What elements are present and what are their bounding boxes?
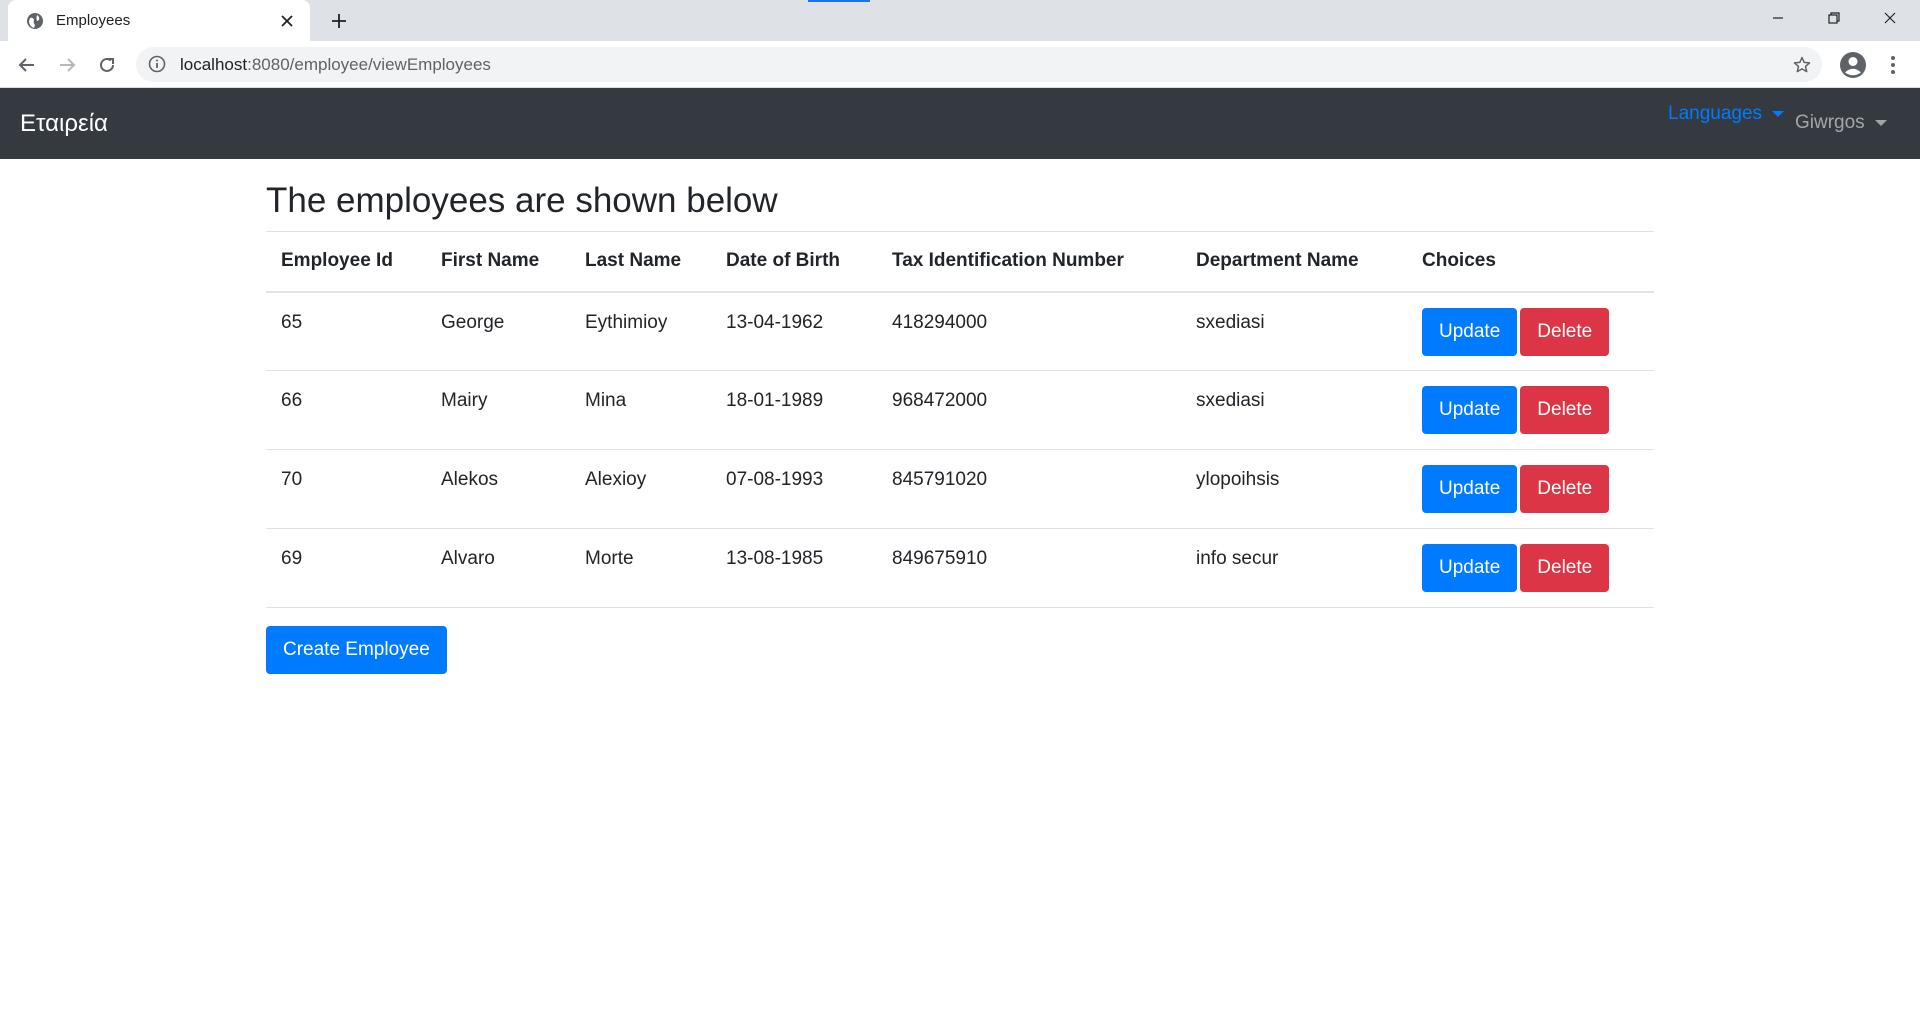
cell-employee-id: 65 [266,291,426,371]
cell-tax-id: 418294000 [877,291,1181,371]
cell-tax-id: 968472000 [877,370,1181,450]
cell-last-name: Alexioy [570,449,711,529]
delete-button[interactable]: Delete [1520,544,1610,592]
browser-tab[interactable]: Employees [8,0,310,41]
browser-menu-icon[interactable] [1876,48,1910,82]
caret-down-icon [1874,120,1887,126]
cell-choices: Update Delete [1407,291,1654,371]
update-button[interactable]: Update [1422,465,1518,513]
caret-down-icon [1772,111,1785,117]
loading-indicator [808,0,870,2]
url-host: localhost [180,54,248,74]
cell-last-name: Morte [570,528,711,608]
page-title: The employees are shown below [266,181,778,220]
header-first-name: First Name [426,231,570,293]
cell-date-of-birth: 07-08-1993 [711,449,877,529]
update-button[interactable]: Update [1422,307,1518,356]
header-choices: Choices [1407,231,1654,293]
user-dropdown[interactable]: Giwrgos [1795,112,1887,134]
cell-department: sxediasi [1181,291,1407,371]
brand-link[interactable]: Εταιρεία [20,110,108,138]
reload-button[interactable] [90,48,124,82]
cell-choices: Update Delete [1407,370,1654,450]
url-path: :8080/employee/viewEmployees [247,54,491,74]
cell-first-name: Alekos [426,449,570,529]
browser-tabstrip: Employees [0,0,1920,41]
close-icon[interactable] [276,10,298,32]
table-row: 70 Alekos Alexioy 07-08-1993 845791020 y… [266,449,1654,529]
table-row: 69 Alvaro Morte 13-08-1985 849675910 inf… [266,528,1654,608]
cell-first-name: Mairy [426,370,570,450]
languages-label: Languages [1668,103,1763,124]
header-tax-id: Tax Identification Number [877,231,1181,293]
cell-department: info secur [1181,528,1407,608]
languages-dropdown[interactable]: Languages [1668,103,1785,125]
address-bar[interactable]: localhost:8080/employee/viewEmployees [136,47,1822,82]
update-button[interactable]: Update [1422,386,1518,434]
cell-first-name: George [426,291,570,371]
cell-last-name: Mina [570,370,711,450]
cell-employee-id: 69 [266,528,426,608]
url-text: localhost:8080/employee/viewEmployees [180,55,491,75]
back-button[interactable] [10,48,44,82]
profile-avatar-icon[interactable] [1836,48,1870,82]
delete-button[interactable]: Delete [1520,386,1610,434]
delete-button[interactable]: Delete [1520,465,1610,513]
cell-choices: Update Delete [1407,528,1654,608]
browser-toolbar: localhost:8080/employee/viewEmployees [0,41,1920,88]
window-close-button[interactable] [1862,0,1918,36]
update-button[interactable]: Update [1422,544,1518,592]
table-header-row: Employee Id First Name Last Name Date of… [266,231,1654,293]
employees-table: Employee Id First Name Last Name Date of… [266,231,1654,608]
cell-choices: Update Delete [1407,449,1654,529]
cell-last-name: Eythimioy [570,291,711,371]
app-navbar: Εταιρεία Languages Giwrgos [0,88,1920,159]
cell-employee-id: 70 [266,449,426,529]
main-content: The employees are shown below Employee I… [266,159,1654,608]
minimize-button[interactable] [1750,0,1806,36]
cell-first-name: Alvaro [426,528,570,608]
table-row: 65 George Eythimioy 13-04-1962 418294000… [266,291,1654,371]
cell-date-of-birth: 18-01-1989 [711,370,877,450]
forward-button[interactable] [50,48,84,82]
globe-icon [26,12,44,30]
user-name: Giwrgos [1795,112,1865,133]
create-employee-button[interactable]: Create Employee [266,626,447,674]
delete-button[interactable]: Delete [1520,307,1610,356]
cell-tax-id: 845791020 [877,449,1181,529]
table-row: 66 Mairy Mina 18-01-1989 968472000 sxedi… [266,370,1654,450]
cell-tax-id: 849675910 [877,528,1181,608]
cell-date-of-birth: 13-04-1962 [711,291,877,371]
cell-date-of-birth: 13-08-1985 [711,528,877,608]
cell-department: sxediasi [1181,370,1407,450]
header-employee-id: Employee Id [266,231,426,293]
cell-employee-id: 66 [266,370,426,450]
tab-title: Employees [56,12,131,29]
new-tab-button[interactable] [326,8,352,34]
bookmark-star-icon[interactable] [1790,53,1814,77]
header-department: Department Name [1181,231,1407,293]
restore-button[interactable] [1806,0,1862,36]
cell-department: ylopoihsis [1181,449,1407,529]
header-last-name: Last Name [570,231,711,293]
info-icon[interactable] [148,55,168,75]
header-date-of-birth: Date of Birth [711,231,877,293]
